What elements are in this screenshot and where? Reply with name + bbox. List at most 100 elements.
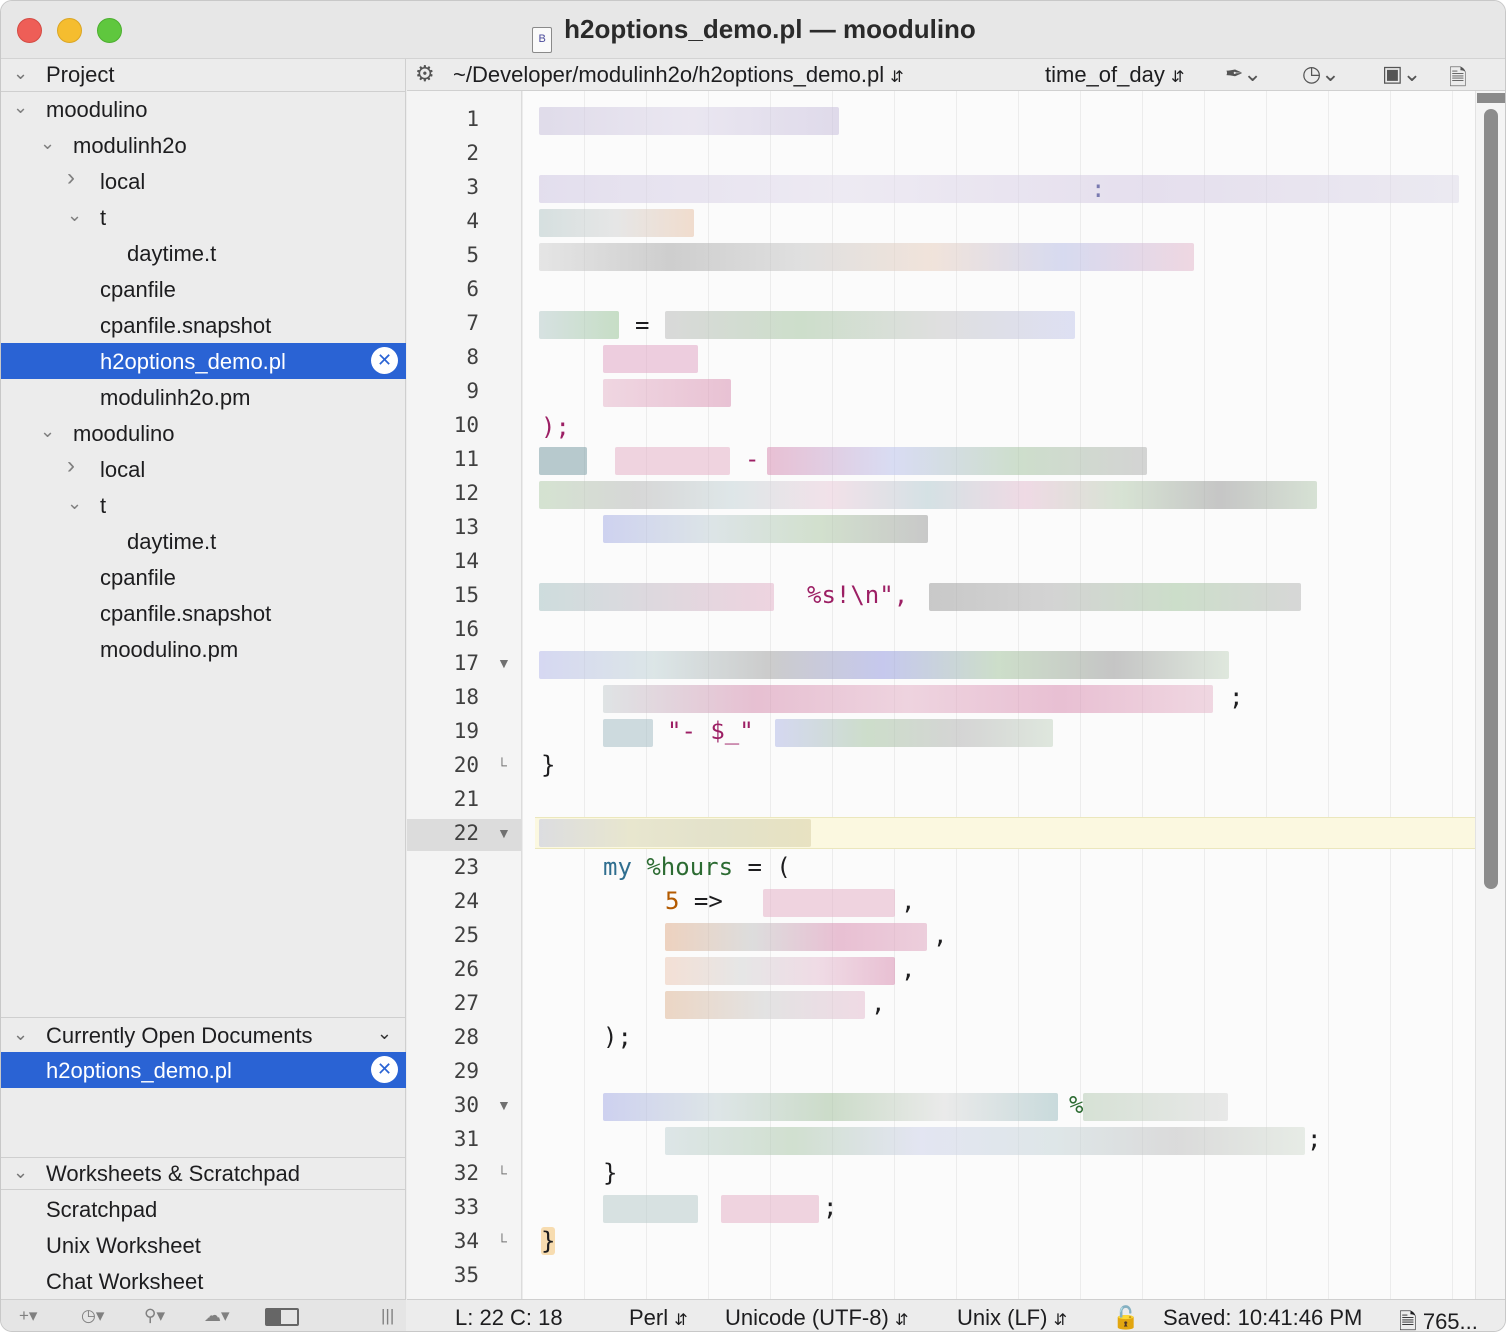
chevron-right-icon[interactable]: ›: [67, 452, 75, 480]
tree-item[interactable]: cpanfile: [1, 271, 406, 307]
app-window: Bh2options_demo.pl — moodulino ⌄ Project…: [0, 0, 1506, 1332]
tree-item[interactable]: modulinh2o.pm: [1, 379, 406, 415]
open-document-label: h2options_demo.pl: [46, 1058, 232, 1083]
line-number-text: 29: [453, 1059, 479, 1083]
worksheet-item-unix[interactable]: Unix Worksheet: [1, 1227, 406, 1263]
worksheet-item-chat[interactable]: Chat Worksheet: [1, 1263, 406, 1299]
function-label: time_of_day: [1045, 62, 1165, 87]
language-popup[interactable]: Perl ⇵: [629, 1305, 688, 1331]
tree-item[interactable]: moodulino.pm: [1, 631, 406, 667]
scrollbar-thumb[interactable]: [1484, 109, 1498, 889]
obscured-code: [539, 583, 774, 611]
line-number-text: 31: [453, 1127, 479, 1151]
code-token: }: [541, 1227, 556, 1255]
obscured-code: [539, 311, 619, 339]
tree-item[interactable]: ⌄ modulinh2o: [1, 127, 406, 163]
window-stack-icon[interactable]: ▣⌄: [1382, 61, 1421, 87]
tree-item[interactable]: › local: [1, 163, 406, 199]
obscured-code: [603, 1093, 1058, 1121]
gear-icon[interactable]: ⚙: [415, 61, 435, 87]
file-path-label: ~/Developer/modulinh2o/h2options_demo.pl: [453, 62, 885, 87]
tree-item[interactable]: cpanfile.snapshot: [1, 307, 406, 343]
line-number: 31: [407, 1127, 479, 1151]
line-number-text: 34: [453, 1229, 479, 1253]
chevron-down-icon[interactable]: ⌄: [377, 1023, 392, 1044]
fold-end-icon[interactable]: └: [497, 1165, 507, 1181]
cursor-position[interactable]: L: 22 C: 18: [455, 1305, 563, 1331]
chevron-down-icon[interactable]: ⌄: [67, 205, 82, 226]
tree-item[interactable]: cpanfile: [1, 559, 406, 595]
line-number-gutter: 1 2 3 4 5 6 7 8 9 10 11 12 13 14 15 16 17 ▼ 18 19 20 └ 21 22 ▼ 23…: [407, 91, 522, 1299]
tree-item[interactable]: daytime.t: [1, 235, 406, 271]
tree-item[interactable]: ⌄ moodulino: [1, 91, 406, 127]
line-number-text: 33: [453, 1195, 479, 1219]
obscured-code: [539, 819, 811, 847]
encoding-popup[interactable]: Unicode (UTF-8) ⇵: [725, 1305, 908, 1331]
chevron-down-icon[interactable]: ⌄: [13, 1024, 28, 1045]
chevron-down-icon[interactable]: ⌄: [67, 493, 82, 514]
tree-item[interactable]: ⌄ t: [1, 487, 406, 523]
line-number: 23: [407, 855, 479, 879]
line-number-text: 13: [453, 515, 479, 539]
navigation-bar: ⚙ ~/Developer/modulinh2o/h2options_demo.…: [407, 59, 1505, 91]
line-number: 15: [407, 583, 479, 607]
fold-end-icon[interactable]: └: [497, 1233, 507, 1249]
open-documents-header-label: Currently Open Documents: [46, 1023, 313, 1048]
line-number-text: 26: [453, 957, 479, 981]
fold-triangle-icon[interactable]: ▼: [497, 655, 511, 671]
obscured-code: [665, 957, 895, 985]
code-token: -: [745, 445, 760, 473]
worksheets-section-header[interactable]: ⌄ Worksheets & Scratchpad: [1, 1158, 406, 1190]
line-number-text: 4: [466, 209, 479, 233]
cloud-rain-icon[interactable]: ☁▾: [204, 1306, 230, 1326]
close-document-icon[interactable]: ✕: [371, 347, 398, 374]
obscured-code: [615, 447, 730, 475]
chevron-down-icon[interactable]: ⌄: [13, 97, 28, 118]
worksheet-item-scratchpad[interactable]: Scratchpad: [1, 1191, 406, 1227]
line-number-text: 9: [466, 379, 479, 403]
fold-triangle-icon[interactable]: ▼: [497, 825, 511, 841]
add-icon[interactable]: +▾: [19, 1306, 37, 1326]
open-document-item[interactable]: h2options_demo.pl ✕: [1, 1052, 406, 1088]
chevron-down-icon[interactable]: ⌄: [40, 421, 55, 442]
close-document-icon[interactable]: ✕: [371, 1056, 398, 1083]
line-number: 21: [407, 787, 479, 811]
unlock-icon[interactable]: 🔓: [1112, 1305, 1139, 1331]
code-editor[interactable]: : = ); - %s!\n", ; "- $_" } my %hours = …: [523, 91, 1475, 1299]
document-size[interactable]: 🗎 765...: [1399, 1305, 1478, 1331]
saved-status: Saved: 10:41:46 PM: [1163, 1305, 1363, 1330]
search-icon[interactable]: ⚲▾: [144, 1306, 165, 1326]
line-number: 6: [407, 277, 479, 301]
tree-item[interactable]: ⌄ moodulino: [1, 415, 406, 451]
recent-clock-icon[interactable]: ◷▾: [81, 1306, 104, 1326]
chevron-down-icon[interactable]: ⌄: [13, 1162, 28, 1183]
fold-triangle-icon[interactable]: ▼: [497, 1097, 511, 1113]
function-popup[interactable]: time_of_day ⇵: [1045, 62, 1184, 88]
tree-item[interactable]: daytime.t: [1, 523, 406, 559]
file-path-popup[interactable]: ~/Developer/modulinh2o/h2options_demo.pl…: [453, 62, 904, 88]
line-number-text: 23: [453, 855, 479, 879]
obscured-code: [665, 991, 865, 1019]
open-documents-section-header[interactable]: ⌄ Currently Open Documents ⌄: [1, 1020, 406, 1052]
tree-item-label: h2options_demo.pl: [100, 349, 286, 374]
marker-pen-icon[interactable]: ✒⌄: [1225, 61, 1262, 87]
project-section-header[interactable]: ⌄ Project: [1, 59, 406, 91]
tree-item[interactable]: ⌄ t: [1, 199, 406, 235]
tree-item[interactable]: › local: [1, 451, 406, 487]
tree-item[interactable]: h2options_demo.pl ✕: [1, 343, 406, 379]
chevron-down-icon[interactable]: ⌄: [13, 63, 28, 84]
obscured-code: [665, 1127, 1305, 1155]
chevron-right-icon[interactable]: ›: [67, 164, 75, 192]
line-number-text: 6: [466, 277, 479, 301]
line-endings-popup[interactable]: Unix (LF) ⇵: [957, 1305, 1067, 1331]
code-token: %: [1069, 1091, 1084, 1119]
tree-item[interactable]: cpanfile.snapshot: [1, 595, 406, 631]
chevron-down-icon[interactable]: ⌄: [40, 133, 55, 154]
history-clock-icon[interactable]: ◷⌄: [1302, 61, 1340, 87]
fold-end-icon[interactable]: └: [497, 757, 507, 773]
sidebar-toggle-icon[interactable]: [265, 1308, 299, 1326]
obscured-code: [539, 447, 587, 475]
resize-handle-icon[interactable]: |||: [381, 1306, 394, 1326]
line-number: 27: [407, 991, 479, 1015]
code-token: ;: [1229, 683, 1244, 711]
